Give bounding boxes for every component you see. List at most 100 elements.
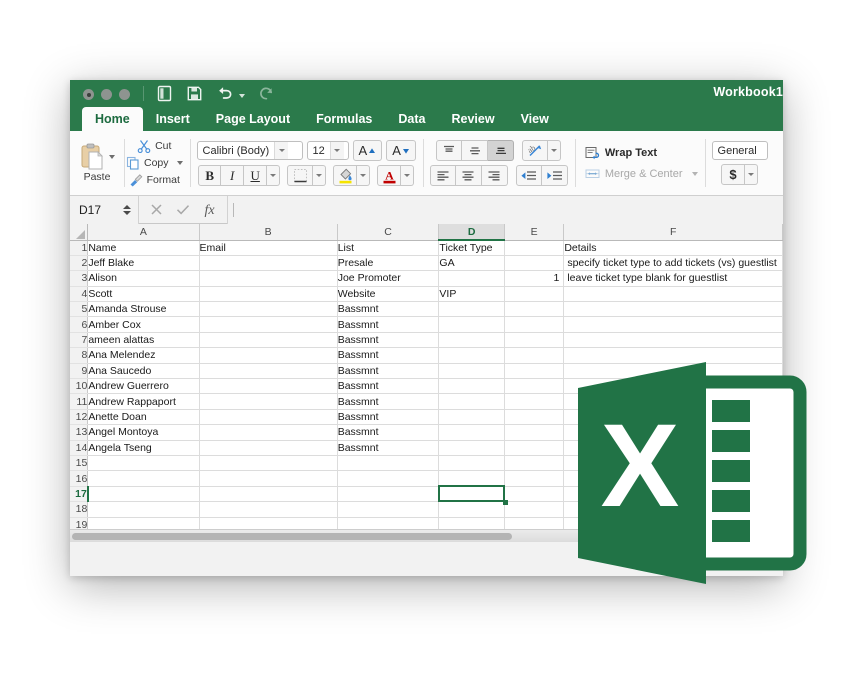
cut-button[interactable]: Cut	[137, 139, 171, 153]
tab-data[interactable]: Data	[385, 107, 438, 131]
cell-F7[interactable]	[563, 332, 783, 349]
redo-icon[interactable]	[258, 85, 275, 102]
cell-E10[interactable]	[504, 378, 565, 395]
cell-B12[interactable]	[199, 409, 338, 426]
cell-B4[interactable]	[199, 286, 338, 303]
tab-insert[interactable]: Insert	[143, 107, 203, 131]
font-color-dropdown-caret[interactable]	[401, 165, 415, 186]
fill-color-dropdown-caret[interactable]	[357, 165, 371, 186]
fx-icon[interactable]: fx	[203, 202, 216, 217]
cell-B15[interactable]	[199, 455, 338, 472]
name-box[interactable]: D17	[70, 195, 138, 224]
align-top-button[interactable]	[436, 140, 463, 161]
select-all-corner[interactable]	[70, 224, 89, 241]
save-icon[interactable]	[186, 85, 203, 102]
cell-E3[interactable]: 1	[504, 270, 565, 287]
cell-B3[interactable]	[199, 270, 338, 287]
merge-center-button[interactable]: Merge & Center	[585, 167, 698, 181]
cell-C2[interactable]: Presale	[337, 255, 440, 272]
number-format-select[interactable]: General	[711, 141, 768, 160]
row-header-14[interactable]: 14	[70, 440, 89, 456]
align-bottom-button[interactable]	[488, 140, 515, 161]
paste-dropdown-caret[interactable]	[108, 154, 115, 159]
cell-D10[interactable]	[438, 378, 506, 395]
cell-A14[interactable]: Angela Tseng	[87, 440, 200, 456]
column-header-b[interactable]: B	[199, 224, 338, 241]
row-header-5[interactable]: 5	[70, 301, 89, 318]
copy-dropdown-caret[interactable]	[176, 161, 183, 165]
row-header-4[interactable]: 4	[70, 286, 89, 303]
cell-D4[interactable]: VIP	[438, 286, 506, 303]
cell-E16[interactable]	[504, 470, 565, 487]
cell-C14[interactable]: Bassmnt	[337, 440, 440, 456]
align-center-button[interactable]	[455, 165, 482, 186]
cell-C1[interactable]: List	[337, 240, 440, 256]
row-header-6[interactable]: 6	[70, 316, 89, 333]
cell-C11[interactable]: Bassmnt	[337, 393, 440, 410]
cell-A12[interactable]: Anette Doan	[87, 409, 200, 426]
cell-D5[interactable]	[438, 301, 506, 318]
bold-button[interactable]: B	[198, 165, 222, 186]
cell-C3[interactable]: Joe Promoter	[337, 270, 440, 287]
row-header-8[interactable]: 8	[70, 347, 89, 364]
cell-E15[interactable]	[504, 455, 565, 472]
cell-A9[interactable]: Ana Saucedo	[87, 363, 200, 380]
close-button[interactable]	[83, 89, 94, 100]
cell-C17[interactable]	[337, 486, 440, 503]
cell-E6[interactable]	[504, 316, 565, 333]
cell-C8[interactable]: Bassmnt	[337, 347, 440, 364]
cell-A8[interactable]: Ana Melendez	[87, 347, 200, 364]
cell-A3[interactable]: Alison	[87, 270, 200, 287]
row-header-12[interactable]: 12	[70, 409, 89, 426]
increase-font-size-button[interactable]: A	[352, 140, 383, 161]
cell-D15[interactable]	[438, 455, 506, 472]
borders-dropdown-caret[interactable]	[313, 165, 327, 186]
cell-A16[interactable]	[87, 470, 200, 487]
cell-B14[interactable]	[199, 440, 338, 456]
cell-D12[interactable]	[438, 409, 506, 426]
cell-D17[interactable]	[438, 486, 506, 503]
row-header-11[interactable]: 11	[70, 393, 89, 410]
paste-button[interactable]	[80, 143, 115, 170]
cell-E8[interactable]	[504, 347, 565, 364]
font-size-select[interactable]: 12	[306, 141, 349, 160]
cell-B5[interactable]	[199, 301, 338, 318]
row-header-2[interactable]: 2	[70, 255, 89, 272]
text-orientation-button[interactable]: ab	[522, 140, 549, 161]
cell-B13[interactable]	[199, 424, 338, 441]
cell-A15[interactable]	[87, 455, 200, 472]
row-header-17[interactable]: 17	[70, 486, 89, 503]
cell-A18[interactable]	[87, 501, 200, 518]
italic-button[interactable]: I	[221, 165, 245, 186]
tab-home[interactable]: Home	[82, 107, 143, 131]
cell-D16[interactable]	[438, 470, 506, 487]
cell-B16[interactable]	[199, 470, 338, 487]
fill-color-button[interactable]	[333, 165, 358, 186]
format-painter-button[interactable]: Format	[129, 173, 180, 187]
row-header-1[interactable]: 1	[70, 240, 89, 256]
cell-C6[interactable]: Bassmnt	[337, 316, 440, 333]
tab-review[interactable]: Review	[438, 107, 507, 131]
cell-E5[interactable]	[504, 301, 565, 318]
column-header-c[interactable]: C	[337, 224, 440, 241]
currency-format-button[interactable]: $	[721, 164, 746, 185]
row-header-10[interactable]: 10	[70, 378, 89, 395]
merge-dropdown-caret[interactable]	[691, 171, 698, 176]
cell-D8[interactable]	[438, 347, 506, 364]
cell-A10[interactable]: Andrew Guerrero	[87, 378, 200, 395]
cell-B2[interactable]	[199, 255, 338, 272]
cell-F5[interactable]	[563, 301, 783, 318]
cell-A17[interactable]	[87, 486, 200, 503]
align-right-button[interactable]	[481, 165, 508, 186]
cell-B11[interactable]	[199, 393, 338, 410]
align-left-button[interactable]	[429, 165, 456, 186]
cell-C12[interactable]: Bassmnt	[337, 409, 440, 426]
cell-C10[interactable]: Bassmnt	[337, 378, 440, 395]
row-header-18[interactable]: 18	[70, 501, 89, 518]
cell-D3[interactable]	[438, 270, 506, 287]
cell-A7[interactable]: ameen alattas	[87, 332, 200, 349]
font-size-caret[interactable]	[329, 142, 344, 159]
cell-B1[interactable]: Email	[199, 240, 338, 256]
formula-input[interactable]	[228, 195, 783, 224]
cell-E1[interactable]	[504, 240, 565, 256]
